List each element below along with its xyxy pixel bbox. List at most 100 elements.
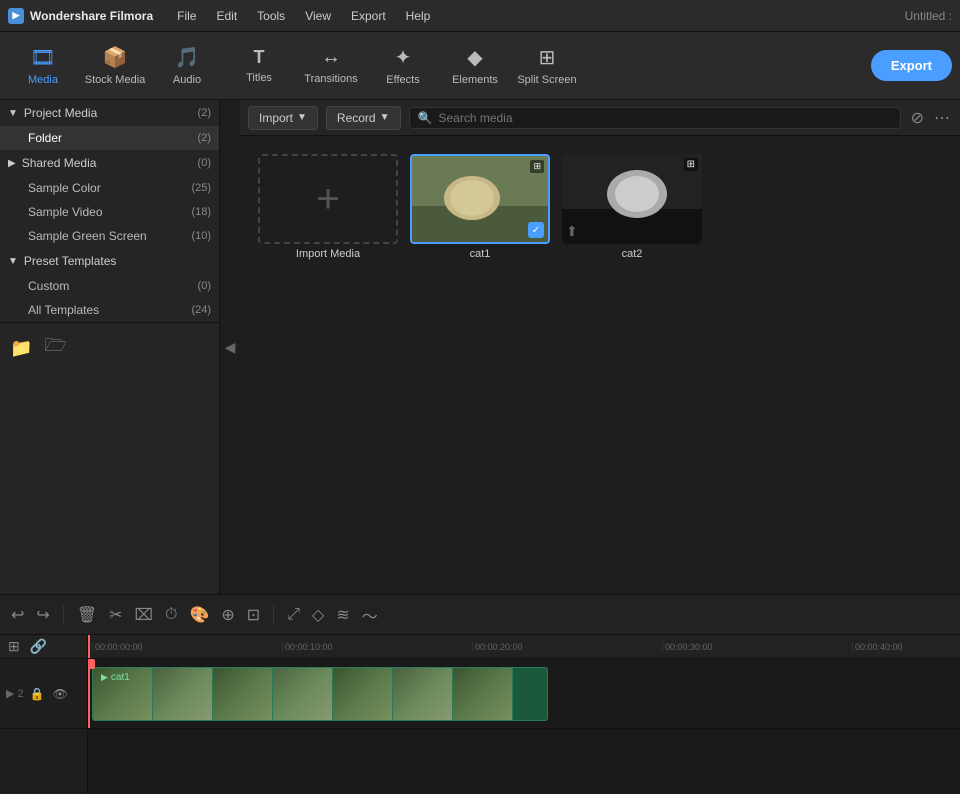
content-toolbar: Import ▼ Record ▼ 🔍 ⊘ ⋯ xyxy=(240,100,960,136)
search-icon: 🔍 xyxy=(418,111,433,125)
menu-help[interactable]: Help xyxy=(398,7,439,25)
timeline-fit-button[interactable]: ⤢ xyxy=(284,603,303,627)
sidebar-collapse-button[interactable]: ◀ xyxy=(220,100,240,594)
sidebar-item-sample-green-screen[interactable]: Sample Green Screen (10) xyxy=(0,224,219,248)
shared-media-label: Shared Media xyxy=(22,156,198,170)
search-input[interactable] xyxy=(438,111,891,125)
clip-label-cat1: ▶ cat1 xyxy=(97,670,134,685)
record-dropdown[interactable]: Record ▼ xyxy=(326,106,401,130)
timeline-clip-cat1[interactable]: ▶ cat1 xyxy=(92,667,548,721)
sample-green-screen-label: Sample Green Screen xyxy=(28,229,191,243)
clip-name: cat1 xyxy=(111,672,130,683)
sidebar-item-sample-video[interactable]: Sample Video (18) xyxy=(0,200,219,224)
timeline-left: ⊞ 🔗 ▶ 2 🔒 👁 xyxy=(0,635,88,794)
sample-color-label: Sample Color xyxy=(28,181,191,195)
ruler-marks-container: 00:00:00:00 00:00:10:00 00:00:20:00 00:0… xyxy=(92,642,956,652)
menu-export[interactable]: Export xyxy=(343,7,394,25)
clip-frame-2 xyxy=(153,668,213,721)
toolbar-btn-audio[interactable]: 🎵 Audio xyxy=(152,36,222,96)
speed-button[interactable]: ⏱ xyxy=(162,603,180,627)
undo-button[interactable]: ↩ xyxy=(8,602,27,628)
app-name: Wondershare Filmora xyxy=(30,9,153,23)
media-icon: 🎞 xyxy=(30,45,55,70)
arrow-preset-templates: ▼ xyxy=(8,256,18,267)
media-thumb-cat1: ⊞ ✓ xyxy=(410,154,550,244)
link-button[interactable]: 🔗 xyxy=(28,636,49,657)
sidebar-item-folder[interactable]: Folder (2) xyxy=(0,126,219,150)
redo-button[interactable]: ↪ xyxy=(33,602,52,628)
cat2-duration: ⊞ xyxy=(684,158,698,171)
timeline-left-header: ⊞ 🔗 xyxy=(0,635,87,659)
media-item-cat2[interactable]: ⊞ ⬆ cat2 xyxy=(562,154,702,260)
clip-frame-7 xyxy=(453,668,513,721)
timeline-toolbar: ↩ ↪ 🗑 ✂ ⌧ ⏱ 🎨 ⊕ ⊡ ⤢ ◇ ≋ 〜 xyxy=(0,595,960,635)
search-bar: 🔍 xyxy=(409,107,901,129)
toolbar-btn-titles[interactable]: T Titles xyxy=(224,36,294,96)
clip-frame-3 xyxy=(213,668,273,721)
import-media-label: Import Media xyxy=(296,248,360,260)
track-lock-button[interactable]: 🔒 xyxy=(28,685,47,703)
toolbar: 🎞 Media 📦 Stock Media 🎵 Audio T Titles ↔… xyxy=(0,32,960,100)
clip-filmstrip xyxy=(93,668,513,720)
menu-edit[interactable]: Edit xyxy=(208,7,245,25)
import-dropdown[interactable]: Import ▼ xyxy=(248,106,318,130)
all-templates-label: All Templates xyxy=(28,303,191,317)
arrow-shared-media: ▶ xyxy=(8,158,16,169)
crop-button[interactable]: ⌧ xyxy=(132,602,156,628)
delete-button[interactable]: 🗑 xyxy=(74,602,100,628)
toolbar-label-media: Media xyxy=(28,74,58,86)
toolbar-btn-media[interactable]: 🎞 Media xyxy=(8,36,78,96)
toolbar-btn-split-screen[interactable]: ⊞ Split Screen xyxy=(512,36,582,96)
plus-icon: + xyxy=(316,177,339,222)
color-button[interactable]: 🎨 xyxy=(186,602,212,628)
add-folder-button[interactable]: 📁 xyxy=(8,331,34,365)
toolbar-btn-stock-media[interactable]: 📦 Stock Media xyxy=(80,36,150,96)
sidebar-item-all-templates[interactable]: All Templates (24) xyxy=(0,298,219,322)
main-area: ▼ Project Media (2) Folder (2) ▶ Shared … xyxy=(0,100,960,594)
toolbar-label-titles: Titles xyxy=(246,72,272,84)
export-button[interactable]: Export xyxy=(871,50,952,81)
keyframe-button[interactable]: ◇ xyxy=(309,602,327,628)
timeline-ruler: 00:00:00:00 00:00:10:00 00:00:20:00 00:0… xyxy=(88,635,960,659)
app-logo: ▶ Wondershare Filmora xyxy=(8,8,153,24)
timeline-right[interactable]: 00:00:00:00 00:00:10:00 00:00:20:00 00:0… xyxy=(88,635,960,794)
bottom-panel: ↩ ↪ 🗑 ✂ ⌧ ⏱ 🎨 ⊕ ⊡ ⤢ ◇ ≋ 〜 ⊞ 🔗 ▶ 2 🔒 👁 xyxy=(0,594,960,794)
toolbar-btn-elements[interactable]: ◆ Elements xyxy=(440,36,510,96)
add-track-button[interactable]: ⊞ xyxy=(6,636,22,657)
toolbar-btn-effects[interactable]: ✦ Effects xyxy=(368,36,438,96)
sidebar-header-shared-media[interactable]: ▶ Shared Media (0) xyxy=(0,150,219,176)
stock-media-icon: 📦 xyxy=(103,45,128,70)
toolbar-btn-transitions[interactable]: ↔ Transitions xyxy=(296,36,366,96)
audio-mix-button[interactable]: ≋ xyxy=(333,602,352,628)
cat1-duration: ⊞ xyxy=(530,160,544,173)
remove-folder-button[interactable]: 🗁 xyxy=(42,331,68,365)
filter-button[interactable]: ⊘ xyxy=(909,106,926,130)
elements-icon: ◆ xyxy=(467,45,482,70)
import-media-item[interactable]: + Import Media xyxy=(258,154,398,260)
sidebar-item-sample-color[interactable]: Sample Color (25) xyxy=(0,176,219,200)
titles-icon: T xyxy=(254,47,265,68)
audio-waveform-button[interactable]: 〜 xyxy=(359,600,381,630)
sidebar-item-custom[interactable]: Custom (0) xyxy=(0,274,219,298)
menu-file[interactable]: File xyxy=(169,7,204,25)
track-visible-button[interactable]: 👁 xyxy=(51,685,70,703)
toolbar-label-split-screen: Split Screen xyxy=(517,74,576,86)
sidebar-header-preset-templates[interactable]: ▼ Preset Templates xyxy=(0,248,219,274)
toolbar-label-elements: Elements xyxy=(452,74,498,86)
clip-frame-5 xyxy=(333,668,393,721)
split-button[interactable]: ⊡ xyxy=(244,602,263,628)
arrow-project-media: ▼ xyxy=(8,108,18,119)
sidebar-section-preset-templates: ▼ Preset Templates Custom (0) All Templa… xyxy=(0,248,219,322)
sidebar-header-project-media[interactable]: ▼ Project Media (2) xyxy=(0,100,219,126)
split-screen-icon: ⊞ xyxy=(539,45,556,70)
menu-view[interactable]: View xyxy=(297,7,339,25)
more-options-button[interactable]: ⋯ xyxy=(932,106,952,130)
import-label: Import xyxy=(259,111,293,125)
media-item-cat1[interactable]: ⊞ ✓ cat1 xyxy=(410,154,550,260)
window-title: Untitled : xyxy=(905,9,952,23)
transitions-icon: ↔ xyxy=(321,46,341,69)
menu-tools[interactable]: Tools xyxy=(249,7,293,25)
cut-button[interactable]: ✂ xyxy=(106,602,125,628)
project-media-count: (2) xyxy=(198,107,211,119)
stabilize-button[interactable]: ⊕ xyxy=(218,602,237,628)
